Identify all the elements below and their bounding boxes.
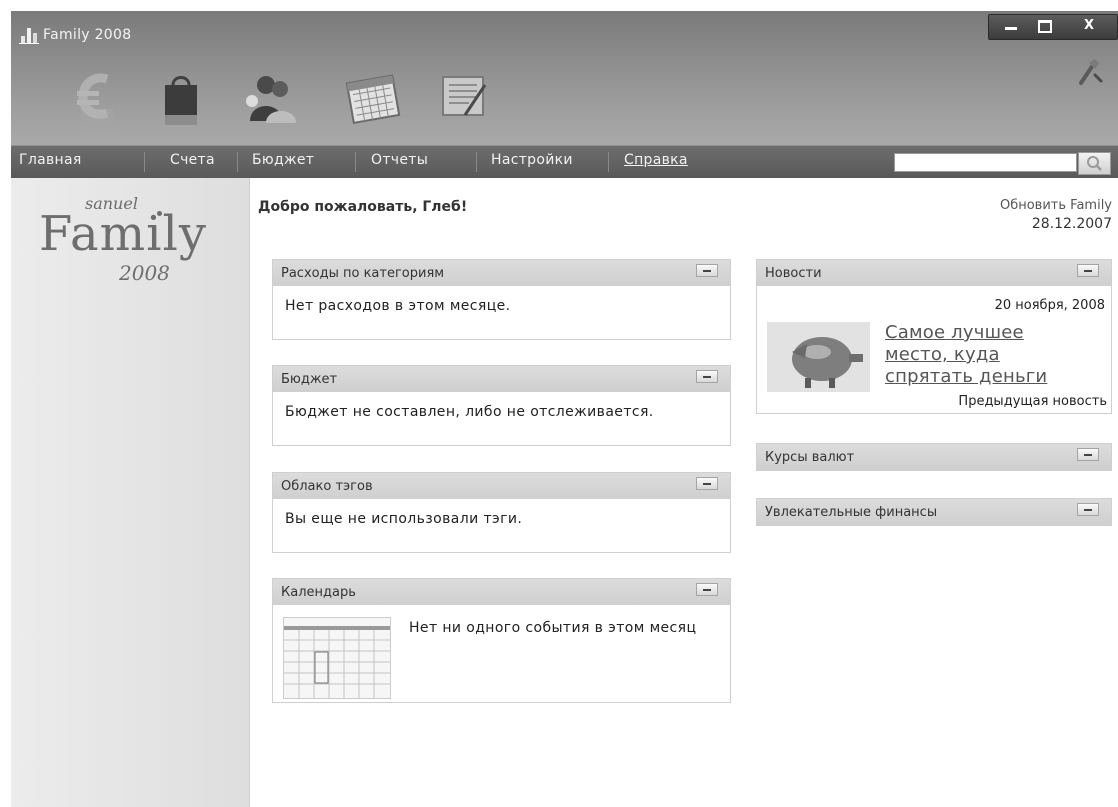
main-nav: Главная Счета Бюджет Отчеты Настройки Сп… <box>11 145 1118 178</box>
collapse-button[interactable] <box>696 370 718 383</box>
main-content: Добро пожаловать, Глеб! Обновить Family … <box>250 178 1118 807</box>
title-bar: Family 2008 X <box>11 11 1118 145</box>
nav-divider <box>144 152 145 172</box>
previous-news-link[interactable]: Предыдущая новость <box>954 394 1107 409</box>
app-logo-icon <box>19 28 39 44</box>
empty-state-text: Вы еще не использовали тэги. <box>285 511 523 527</box>
calendar-widget: Календарь Нет ни одного события в этом м… <box>272 578 731 703</box>
app-title: Family 2008 <box>43 27 132 43</box>
collapse-button[interactable] <box>1077 503 1099 516</box>
collapse-button[interactable] <box>1077 264 1099 277</box>
empty-state-text: Бюджет не составлен, либо не отслеживает… <box>285 404 654 420</box>
nav-divider <box>237 152 238 172</box>
widget-title: Бюджет <box>281 372 338 387</box>
tools-icon[interactable] <box>1075 57 1103 87</box>
nav-reports[interactable]: Отчеты <box>371 152 428 168</box>
collapse-button[interactable] <box>696 477 718 490</box>
widget-header: Увлекательные финансы <box>757 499 1111 525</box>
people-icon[interactable] <box>244 71 300 127</box>
nav-home[interactable]: Главная <box>19 152 82 168</box>
brand-family: Family <box>39 206 207 262</box>
exchange-rates-widget: Курсы валют <box>756 443 1112 471</box>
nav-divider <box>608 152 609 172</box>
search-input[interactable] <box>894 153 1077 172</box>
calendar-icon[interactable] <box>344 71 404 127</box>
maximize-icon <box>1038 20 1052 33</box>
collapse-button[interactable] <box>1077 448 1099 461</box>
widget-title: Расходы по категориям <box>281 266 445 281</box>
search-button[interactable] <box>1078 152 1111 175</box>
widget-title: Новости <box>765 266 822 281</box>
widget-header: Расходы по категориям <box>273 260 730 286</box>
search-icon <box>1087 156 1102 171</box>
euro-icon[interactable] <box>73 71 121 133</box>
ledger-icon[interactable] <box>439 71 491 123</box>
brand-year: 2008 <box>119 261 170 285</box>
nav-divider <box>476 152 477 172</box>
empty-state-text: Нет ни одного события в этом месяц <box>409 620 697 636</box>
nav-settings[interactable]: Настройки <box>491 152 573 168</box>
window-controls: X <box>988 14 1118 40</box>
update-family-link[interactable]: Обновить Family <box>1000 198 1112 213</box>
widget-header: Календарь <box>273 579 730 605</box>
update-date: 28.12.2007 <box>1031 216 1112 232</box>
widget-title: Курсы валют <box>765 450 855 465</box>
nav-accounts[interactable]: Счета <box>170 152 215 168</box>
widget-title: Облако тэгов <box>281 479 373 494</box>
piggy-bank-icon <box>767 322 870 392</box>
expenses-widget: Расходы по категориям Нет расходов в это… <box>272 259 731 340</box>
collapse-button[interactable] <box>696 583 718 596</box>
nav-help[interactable]: Справка <box>624 152 688 168</box>
minimize-button[interactable] <box>997 16 1025 36</box>
budget-widget: Бюджет Бюджет не составлен, либо не отсл… <box>272 365 731 446</box>
calendar-thumbnail-icon[interactable] <box>283 617 391 699</box>
app-window: Family 2008 X Главная Счета Бюджет Отчет… <box>0 0 1118 807</box>
widget-title: Увлекательные финансы <box>765 505 938 520</box>
shopping-bag-icon[interactable] <box>161 71 201 125</box>
nav-divider <box>355 152 356 172</box>
empty-state-text: Нет расходов в этом месяце. <box>285 298 511 314</box>
maximize-button[interactable] <box>1031 16 1059 36</box>
left-panel: sanuel Family 2008 <box>11 178 250 807</box>
news-date: 20 ноября, 2008 <box>994 298 1105 313</box>
close-button[interactable]: X <box>1069 16 1109 36</box>
nav-budget[interactable]: Бюджет <box>252 152 314 168</box>
widget-title: Календарь <box>281 585 356 600</box>
news-widget: Новости 20 ноября, 2008 Самое лучшее мес… <box>756 259 1112 414</box>
minimize-icon <box>1005 27 1017 30</box>
widget-header: Курсы валют <box>757 444 1111 470</box>
finance-widget: Увлекательные финансы <box>756 498 1112 526</box>
welcome-message: Добро пожаловать, Глеб! <box>258 199 468 215</box>
widget-header: Бюджет <box>273 366 730 392</box>
collapse-button[interactable] <box>696 264 718 277</box>
news-headline-link[interactable]: Самое лучшее место, куда спрятать деньги <box>885 322 1090 388</box>
tags-widget: Облако тэгов Вы еще не использовали тэги… <box>272 472 731 553</box>
widget-header: Облако тэгов <box>273 473 730 499</box>
widget-header: Новости <box>757 260 1111 286</box>
